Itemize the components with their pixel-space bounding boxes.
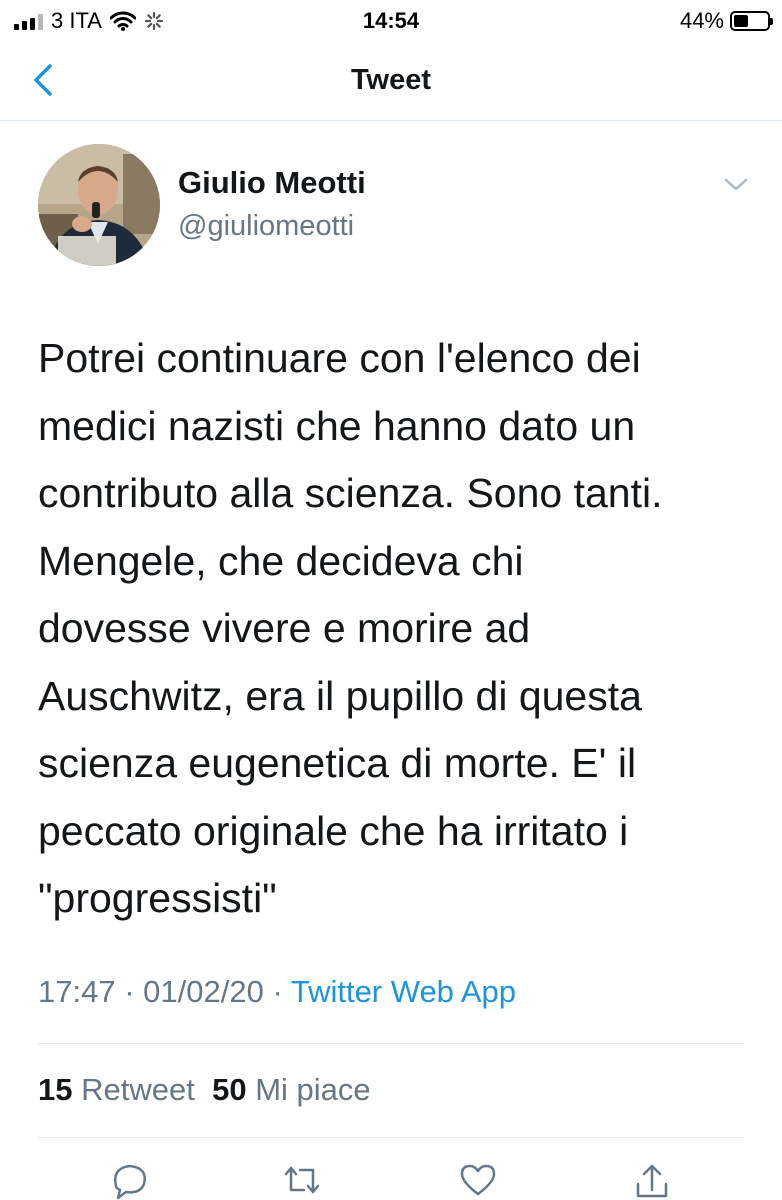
status-right: 44%	[679, 8, 773, 34]
chevron-down-icon[interactable]	[722, 174, 750, 194]
battery-percent: 44%	[679, 8, 724, 33]
nav-title: Tweet	[350, 64, 432, 96]
like-icon[interactable]	[456, 1160, 500, 1200]
divider	[38, 1137, 744, 1138]
tweet-text: Potrei continuare con l'elenco dei medic…	[38, 335, 663, 921]
share-icon[interactable]	[630, 1160, 674, 1200]
status-bar: 3 ITA 14:54 44%	[0, 0, 782, 40]
battery-icon	[730, 11, 773, 31]
divider	[38, 1043, 744, 1044]
nav-bar: Tweet	[0, 40, 782, 121]
like-label[interactable]: Mi piace	[255, 1072, 370, 1107]
meta-separator: ·	[272, 974, 283, 1009]
tweet-source-link[interactable]: Twitter Web App	[291, 974, 516, 1009]
retweet-label[interactable]: Retweet	[81, 1072, 195, 1107]
tweet-stats: 15 Retweet 50 Mi piace	[38, 1072, 371, 1108]
reply-icon[interactable]	[108, 1160, 152, 1200]
author-name[interactable]: Giulio Meotti	[178, 165, 366, 201]
author-handle[interactable]: @giuliomeotti	[178, 210, 354, 243]
tweet-meta: 17:47 · 01/02/20 · Twitter Web App	[38, 974, 516, 1010]
avatar[interactable]	[38, 144, 160, 266]
meta-separator: ·	[124, 974, 135, 1009]
retweet-count[interactable]: 15	[38, 1072, 72, 1107]
status-time: 14:54	[362, 8, 420, 33]
like-count[interactable]: 50	[212, 1072, 246, 1107]
action-bar	[0, 1160, 782, 1200]
retweet-icon[interactable]	[280, 1160, 324, 1200]
tweet-time: 17:47	[38, 974, 116, 1009]
tweet-date: 01/02/20	[143, 974, 264, 1009]
